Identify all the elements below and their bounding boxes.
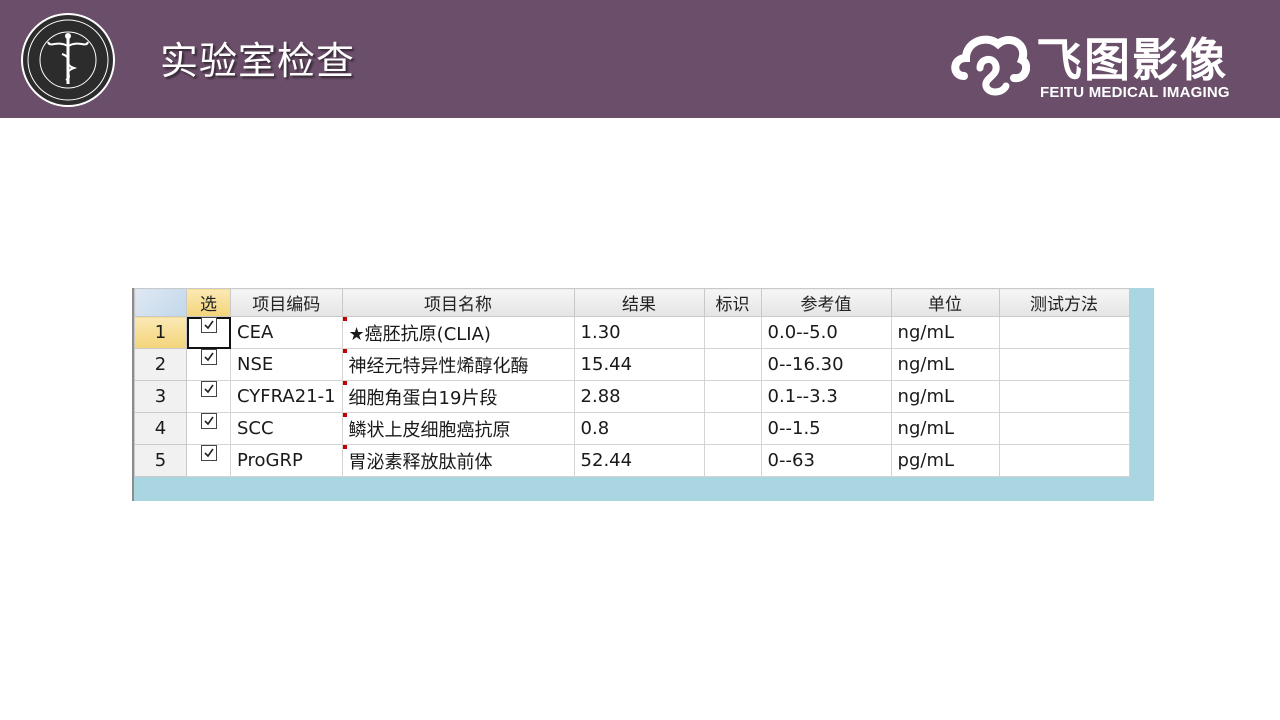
- table-row[interactable]: 4 SCC 鳞状上皮细胞癌抗原 0.8 0--1.5 ng/mL: [134, 412, 1130, 445]
- method-cell[interactable]: [998, 444, 1130, 477]
- unit-cell[interactable]: ng/mL: [890, 316, 1000, 349]
- result-cell[interactable]: 0.8: [573, 412, 705, 445]
- table-row[interactable]: 5 ProGRP 胃泌素释放肽前体 52.44 0--63 pg/mL: [134, 444, 1130, 477]
- column-header-method[interactable]: 测试方法: [998, 288, 1130, 317]
- flag-cell[interactable]: [703, 380, 762, 413]
- item-name-text: 鳞状上皮细胞癌抗原: [348, 419, 511, 441]
- column-header-select[interactable]: 选: [186, 288, 231, 317]
- row-checkbox-cell[interactable]: [186, 316, 231, 349]
- flag-cell[interactable]: [703, 348, 762, 381]
- red-marker-icon: [343, 413, 347, 417]
- item-code-cell[interactable]: SCC: [230, 412, 343, 445]
- unit-cell[interactable]: ng/mL: [890, 412, 1000, 445]
- flag-cell[interactable]: [703, 412, 762, 445]
- checkbox-checked-icon[interactable]: [200, 445, 217, 461]
- row-number[interactable]: 3: [134, 380, 187, 413]
- method-cell[interactable]: [998, 316, 1130, 349]
- table-row[interactable]: 3 CYFRA21-1 细胞角蛋白19片段 2.88 0.1--3.3 ng/m…: [134, 380, 1130, 413]
- table-row[interactable]: 1 CEA ★癌胚抗原(CLIA) 1.30 0.0--5.0 ng/mL: [134, 316, 1130, 349]
- cloud-logo-icon: [951, 35, 1030, 96]
- method-cell[interactable]: [998, 380, 1130, 413]
- item-name-text: 细胞角蛋白19片段: [348, 387, 498, 409]
- unit-cell[interactable]: ng/mL: [890, 380, 1000, 413]
- brand-logo: 飞图影像 FEITU MEDICAL IMAGING: [950, 22, 1260, 106]
- item-code-cell[interactable]: CYFRA21-1: [230, 380, 343, 413]
- select-all-corner[interactable]: [134, 288, 187, 317]
- column-header-flag[interactable]: 标识: [703, 288, 762, 317]
- item-name-cell[interactable]: 细胞角蛋白19片段: [341, 380, 575, 413]
- reference-cell[interactable]: 0--1.5: [760, 412, 892, 445]
- item-code-cell[interactable]: ProGRP: [230, 444, 343, 477]
- item-name-text: ★癌胚抗原(CLIA): [348, 323, 491, 345]
- hospital-emblem-icon: [21, 13, 115, 107]
- reference-cell[interactable]: 0--63: [760, 444, 892, 477]
- checkbox-checked-icon[interactable]: [200, 381, 217, 397]
- brand-name: 飞图影像: [1036, 33, 1228, 87]
- column-header-result[interactable]: 结果: [573, 288, 705, 317]
- row-number[interactable]: 1: [134, 316, 187, 349]
- row-number[interactable]: 5: [134, 444, 187, 477]
- row-checkbox-cell[interactable]: [186, 444, 231, 477]
- item-code-cell[interactable]: CEA: [230, 316, 343, 349]
- row-checkbox-cell[interactable]: [186, 348, 231, 381]
- red-marker-icon: [343, 445, 347, 449]
- item-code-cell[interactable]: NSE: [230, 348, 343, 381]
- table-header-row: 选 项目编码 项目名称 结果 标识 参考值 单位 测试方法: [134, 288, 1130, 317]
- checkbox-checked-icon[interactable]: [200, 317, 217, 333]
- item-name-text: 胃泌素释放肽前体: [348, 451, 493, 473]
- row-number[interactable]: 2: [134, 348, 187, 381]
- row-number[interactable]: 4: [134, 412, 187, 445]
- slide-title: 实验室检查: [160, 39, 356, 83]
- result-cell[interactable]: 2.88: [573, 380, 705, 413]
- checkbox-checked-icon[interactable]: [200, 413, 217, 429]
- reference-cell[interactable]: 0.0--5.0: [760, 316, 892, 349]
- item-name-cell[interactable]: 神经元特异性烯醇化酶: [341, 348, 575, 381]
- red-marker-icon: [343, 381, 347, 385]
- lab-results-grid-panel: 选 项目编码 项目名称 结果 标识 参考值 单位 测试方法 1 CEA ★癌胚抗…: [132, 288, 1154, 501]
- reference-cell[interactable]: 0.1--3.3: [760, 380, 892, 413]
- unit-cell[interactable]: ng/mL: [890, 348, 1000, 381]
- reference-cell[interactable]: 0--16.30: [760, 348, 892, 381]
- item-name-text: 神经元特异性烯醇化酶: [348, 355, 529, 377]
- item-name-cell[interactable]: ★癌胚抗原(CLIA): [341, 316, 575, 349]
- item-name-cell[interactable]: 鳞状上皮细胞癌抗原: [341, 412, 575, 445]
- column-header-code[interactable]: 项目编码: [230, 288, 343, 317]
- table-row[interactable]: 2 NSE 神经元特异性烯醇化酶 15.44 0--16.30 ng/mL: [134, 348, 1130, 381]
- header-bar: 实验室检查 飞图影像 FEITU MEDICAL IMAGING: [0, 0, 1280, 118]
- method-cell[interactable]: [998, 348, 1130, 381]
- result-cell[interactable]: 1.30: [573, 316, 705, 349]
- red-marker-icon: [343, 317, 347, 321]
- row-checkbox-cell[interactable]: [186, 380, 231, 413]
- flag-cell[interactable]: [703, 444, 762, 477]
- red-marker-icon: [343, 349, 347, 353]
- column-header-unit[interactable]: 单位: [890, 288, 1000, 317]
- column-header-name[interactable]: 项目名称: [341, 288, 575, 317]
- lab-results-table: 选 项目编码 项目名称 结果 标识 参考值 单位 测试方法 1 CEA ★癌胚抗…: [134, 288, 1130, 477]
- unit-cell[interactable]: pg/mL: [890, 444, 1000, 477]
- result-cell[interactable]: 15.44: [573, 348, 705, 381]
- row-checkbox-cell[interactable]: [186, 412, 231, 445]
- column-header-reference[interactable]: 参考值: [760, 288, 892, 317]
- item-name-cell[interactable]: 胃泌素释放肽前体: [341, 444, 575, 477]
- brand-subtitle: FEITU MEDICAL IMAGING: [1040, 84, 1230, 101]
- method-cell[interactable]: [998, 412, 1130, 445]
- result-cell[interactable]: 52.44: [573, 444, 705, 477]
- flag-cell[interactable]: [703, 316, 762, 349]
- checkbox-checked-icon[interactable]: [200, 349, 217, 365]
